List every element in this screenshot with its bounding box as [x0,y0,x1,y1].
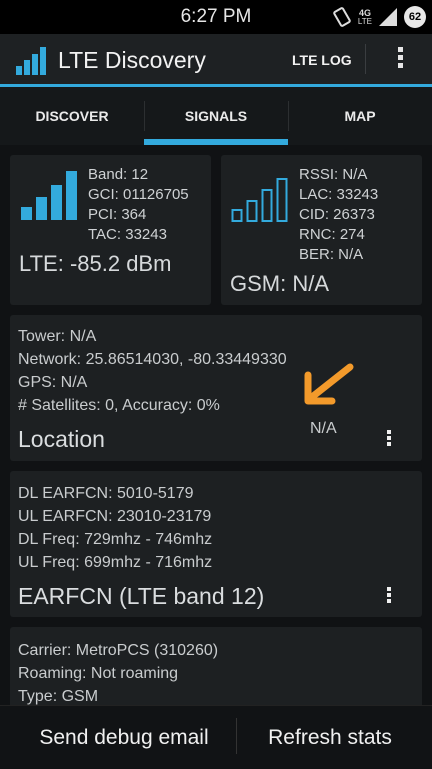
location-title: Location [18,426,105,452]
tab-discover-label: DISCOVER [35,108,109,124]
tab-signals-label: SIGNALS [184,108,248,124]
lte-signal-card[interactable]: Band: 12 GCI: 01126705 PCI: 364 TAC: 332… [10,155,211,305]
app-title: LTE Discovery [58,47,206,73]
lte-log-button[interactable]: LTE LOG [292,52,352,68]
send-debug-email-button[interactable]: Send debug email [6,706,242,769]
network-type-indicator: 4G LTE [358,8,372,26]
carrier-details: Carrier: MetroPCS (310260) Roaming: Not … [18,639,218,705]
app-logo-icon [16,47,46,75]
cell-signal-icon [379,8,397,26]
dl-freq: DL Freq: 729mhz - 746mhz [18,531,213,548]
earfcn-title: EARFCN (LTE band 12) [18,583,265,609]
lte-pci: PCI: 364 [88,206,147,223]
refresh-stats-button[interactable]: Refresh stats [212,706,432,769]
lte-signal-bars-icon [21,171,77,220]
status-icons: 4G LTE 62 [332,6,426,28]
gsm-details: RSSI: N/A LAC: 33243 CID: 26373 RNC: 274… [299,165,378,265]
lte-label: LTE [357,17,372,26]
tab-map-label: MAP [344,108,376,124]
battery-indicator: 62 [404,6,426,28]
gsm-lac: LAC: 33243 [299,186,379,203]
signals-content[interactable]: Band: 12 GCI: 01126705 PCI: 364 TAC: 332… [0,145,432,705]
carrier-type: Type: GSM [18,688,99,705]
location-details: Tower: N/A Network: 25.86514030, -80.334… [18,325,287,417]
carrier-card[interactable]: Carrier: MetroPCS (310260) Roaming: Not … [10,627,422,705]
location-satellites: # Satellites: 0, Accuracy: 0% [18,397,220,414]
location-gps: GPS: N/A [18,374,88,391]
tab-map[interactable]: MAP [288,87,432,145]
location-card-menu-icon[interactable] [384,428,394,448]
status-bar: 6:27 PM 4G LTE 62 [0,0,432,34]
location-network: Network: 25.86514030, -80.33449330 [18,351,287,368]
gsm-signal-card[interactable]: RSSI: N/A LAC: 33243 CID: 26373 RNC: 274… [221,155,422,305]
location-tower: Tower: N/A [18,328,97,345]
lte-details: Band: 12 GCI: 01126705 PCI: 364 TAC: 332… [88,165,189,245]
gsm-signal-bars-icon [231,178,288,222]
carrier-name: Carrier: MetroPCS (310260) [18,642,219,659]
location-card[interactable]: Tower: N/A Network: 25.86514030, -80.334… [10,315,422,461]
ul-earfcn: UL EARFCN: 23010-23179 [18,508,212,525]
gsm-ber: BER: N/A [299,246,364,263]
earfcn-details: DL EARFCN: 5010-5179 UL EARFCN: 23010-23… [18,482,212,574]
dl-earfcn: DL EARFCN: 5010-5179 [18,485,194,502]
ul-freq: UL Freq: 699mhz - 716mhz [18,554,213,571]
tab-discover[interactable]: DISCOVER [0,87,144,145]
gsm-signal-strength: GSM: N/A [230,271,330,296]
carrier-roaming: Roaming: Not roaming [18,665,179,682]
vibrate-icon [333,7,351,27]
gsm-cid: CID: 26373 [299,206,375,223]
overflow-menu-icon[interactable] [390,44,410,76]
gsm-rnc: RNC: 274 [299,226,365,243]
action-bar-divider [365,44,366,74]
orange-arrow-icon [304,363,354,405]
action-bar: LTE Discovery LTE LOG [0,34,432,87]
earfcn-card-menu-icon[interactable] [384,585,394,605]
tab-signals[interactable]: SIGNALS [144,87,288,145]
lte-signal-strength: LTE: -85.2 dBm [19,251,172,276]
location-side-value: N/A [310,420,337,437]
lte-gci: GCI: 01126705 [88,186,189,203]
lte-band: Band: 12 [88,166,149,183]
earfcn-card[interactable]: DL EARFCN: 5010-5179 UL EARFCN: 23010-23… [10,471,422,617]
lte-tac: TAC: 33243 [88,226,167,243]
gsm-rssi: RSSI: N/A [299,166,368,183]
tab-bar: DISCOVER SIGNALS MAP [0,87,432,145]
bottom-action-bar: Send debug email Refresh stats [0,705,432,768]
